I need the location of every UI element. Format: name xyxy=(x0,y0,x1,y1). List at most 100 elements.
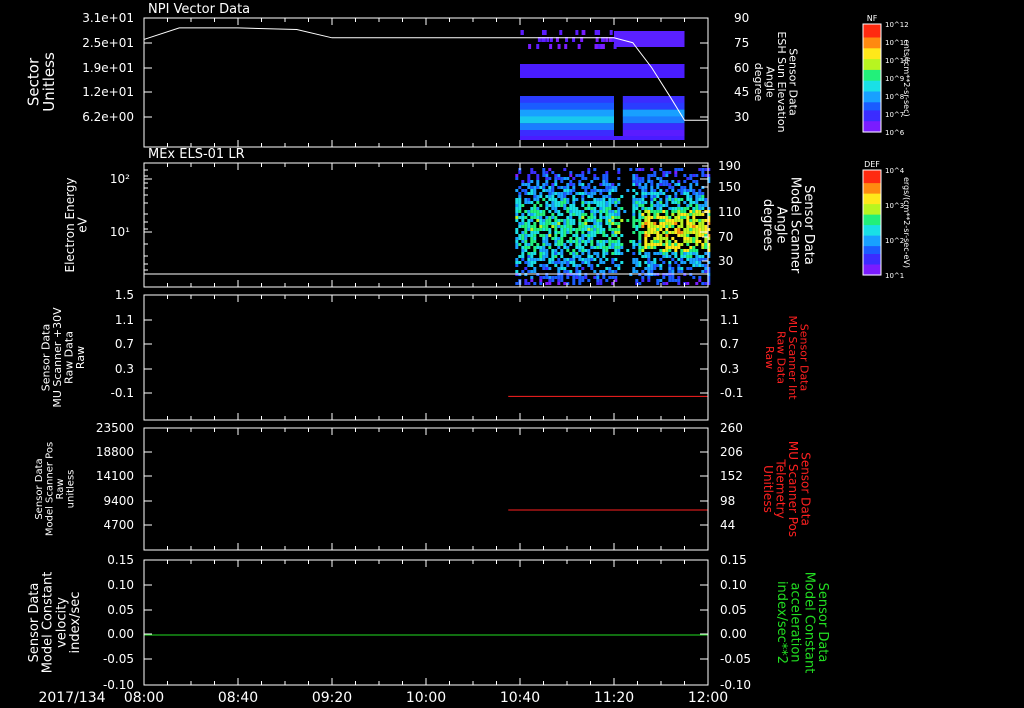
energy-flux-cell xyxy=(638,183,642,186)
energy-flux-cell xyxy=(683,261,687,264)
time-tick-label: 10:40 xyxy=(500,690,540,706)
energy-flux-cell xyxy=(587,207,591,210)
energy-flux-cell xyxy=(614,252,618,255)
energy-flux-cell xyxy=(647,231,651,234)
energy-flux-cell xyxy=(650,192,654,195)
energy-flux-cell xyxy=(662,180,666,183)
energy-flux-cell xyxy=(560,204,564,207)
energy-flux-cell xyxy=(551,222,555,225)
energy-flux-cell xyxy=(527,210,531,213)
energy-flux-cell xyxy=(524,282,528,285)
energy-flux-cell xyxy=(704,201,708,204)
energy-flux-cell xyxy=(533,270,537,273)
energy-flux-cell xyxy=(581,177,585,180)
energy-flux-cell xyxy=(692,207,696,210)
energy-flux-cell xyxy=(536,228,540,231)
energy-flux-cell xyxy=(611,261,615,264)
energy-flux-cell xyxy=(689,183,693,186)
energy-flux-cell xyxy=(560,234,564,237)
energy-flux-cell xyxy=(653,210,657,213)
energy-flux-cell xyxy=(650,228,654,231)
energy-flux-cell xyxy=(527,198,531,201)
energy-flux-cell xyxy=(638,234,642,237)
energy-flux-cell xyxy=(653,204,657,207)
energy-flux-cell xyxy=(698,195,702,198)
energy-flux-cell xyxy=(563,225,567,228)
energy-flux-cell xyxy=(557,252,561,255)
energy-flux-cell xyxy=(659,279,663,282)
energy-flux-cell xyxy=(545,207,549,210)
energy-flux-cell xyxy=(638,231,642,234)
energy-flux-cell xyxy=(638,177,642,180)
energy-flux-cell xyxy=(659,192,663,195)
sector-count-cell xyxy=(520,96,614,103)
energy-flux-cell xyxy=(542,183,546,186)
energy-flux-cell xyxy=(662,282,666,285)
energy-flux-cell xyxy=(563,258,567,261)
energy-flux-cell xyxy=(677,264,681,267)
energy-flux-cell xyxy=(575,267,579,270)
energy-flux-cell xyxy=(680,189,684,192)
energy-flux-cell xyxy=(647,246,651,249)
right-tick-label: 60 xyxy=(734,61,749,75)
energy-flux-cell xyxy=(590,246,594,249)
energy-flux-cell xyxy=(518,192,522,195)
energy-flux-cell xyxy=(593,219,597,222)
energy-flux-cell xyxy=(680,270,684,273)
energy-flux-cell xyxy=(683,210,687,213)
energy-flux-cell xyxy=(521,183,525,186)
energy-flux-cell xyxy=(689,252,693,255)
energy-flux-cell xyxy=(686,213,690,216)
energy-flux-cell xyxy=(677,219,681,222)
energy-flux-cell xyxy=(683,186,687,189)
time-tick-label: 09:20 xyxy=(312,690,352,706)
panel-3-frame xyxy=(143,294,709,421)
energy-flux-cell xyxy=(647,213,651,216)
energy-flux-cell xyxy=(587,225,591,228)
energy-flux-cell xyxy=(524,225,528,228)
energy-flux-cell xyxy=(701,228,705,231)
energy-flux-cell xyxy=(575,270,579,273)
energy-flux-cell xyxy=(584,243,588,246)
energy-flux-cell xyxy=(698,234,702,237)
energy-flux-cell xyxy=(680,249,684,252)
right-tick-label: 260 xyxy=(720,421,743,435)
energy-flux-cell xyxy=(647,177,651,180)
energy-flux-cell xyxy=(602,207,606,210)
energy-flux-cell xyxy=(632,195,636,198)
energy-flux-cell xyxy=(614,204,618,207)
energy-flux-cell xyxy=(608,207,612,210)
energy-flux-cell xyxy=(527,261,531,264)
energy-flux-cell xyxy=(692,228,696,231)
date-label: 2017/134 xyxy=(38,690,105,706)
energy-flux-cell xyxy=(668,207,672,210)
energy-flux-cell xyxy=(692,240,696,243)
panel-3-ylabel: Sensor DataMU Scanner +30VRaw DataRaw xyxy=(40,307,88,408)
energy-flux-cell xyxy=(578,240,582,243)
energy-flux-cell xyxy=(581,261,585,264)
energy-flux-cell xyxy=(695,237,699,240)
energy-flux-cell xyxy=(692,261,696,264)
energy-flux-cell xyxy=(614,264,618,267)
energy-flux-cell xyxy=(590,258,594,261)
panel-3-right-label-line: Raw xyxy=(763,346,776,369)
energy-flux-cell xyxy=(614,276,618,279)
energy-flux-cell xyxy=(692,237,696,240)
energy-flux-cell xyxy=(557,219,561,222)
y-tick-label: 10² xyxy=(110,172,130,186)
energy-flux-cell xyxy=(575,264,579,267)
energy-flux-cell xyxy=(635,168,639,171)
energy-flux-cell xyxy=(692,180,696,183)
energy-flux-cell xyxy=(668,243,672,246)
energy-flux-cell xyxy=(563,246,567,249)
energy-flux-cell xyxy=(581,234,585,237)
energy-flux-cell xyxy=(524,222,528,225)
energy-flux-cell xyxy=(548,231,552,234)
energy-flux-cell xyxy=(650,204,654,207)
energy-flux-cell xyxy=(632,201,636,204)
energy-flux-cell xyxy=(632,180,636,183)
energy-flux-cell xyxy=(638,204,642,207)
energy-flux-cell xyxy=(605,240,609,243)
energy-flux-cell xyxy=(656,237,660,240)
energy-flux-cell xyxy=(581,240,585,243)
